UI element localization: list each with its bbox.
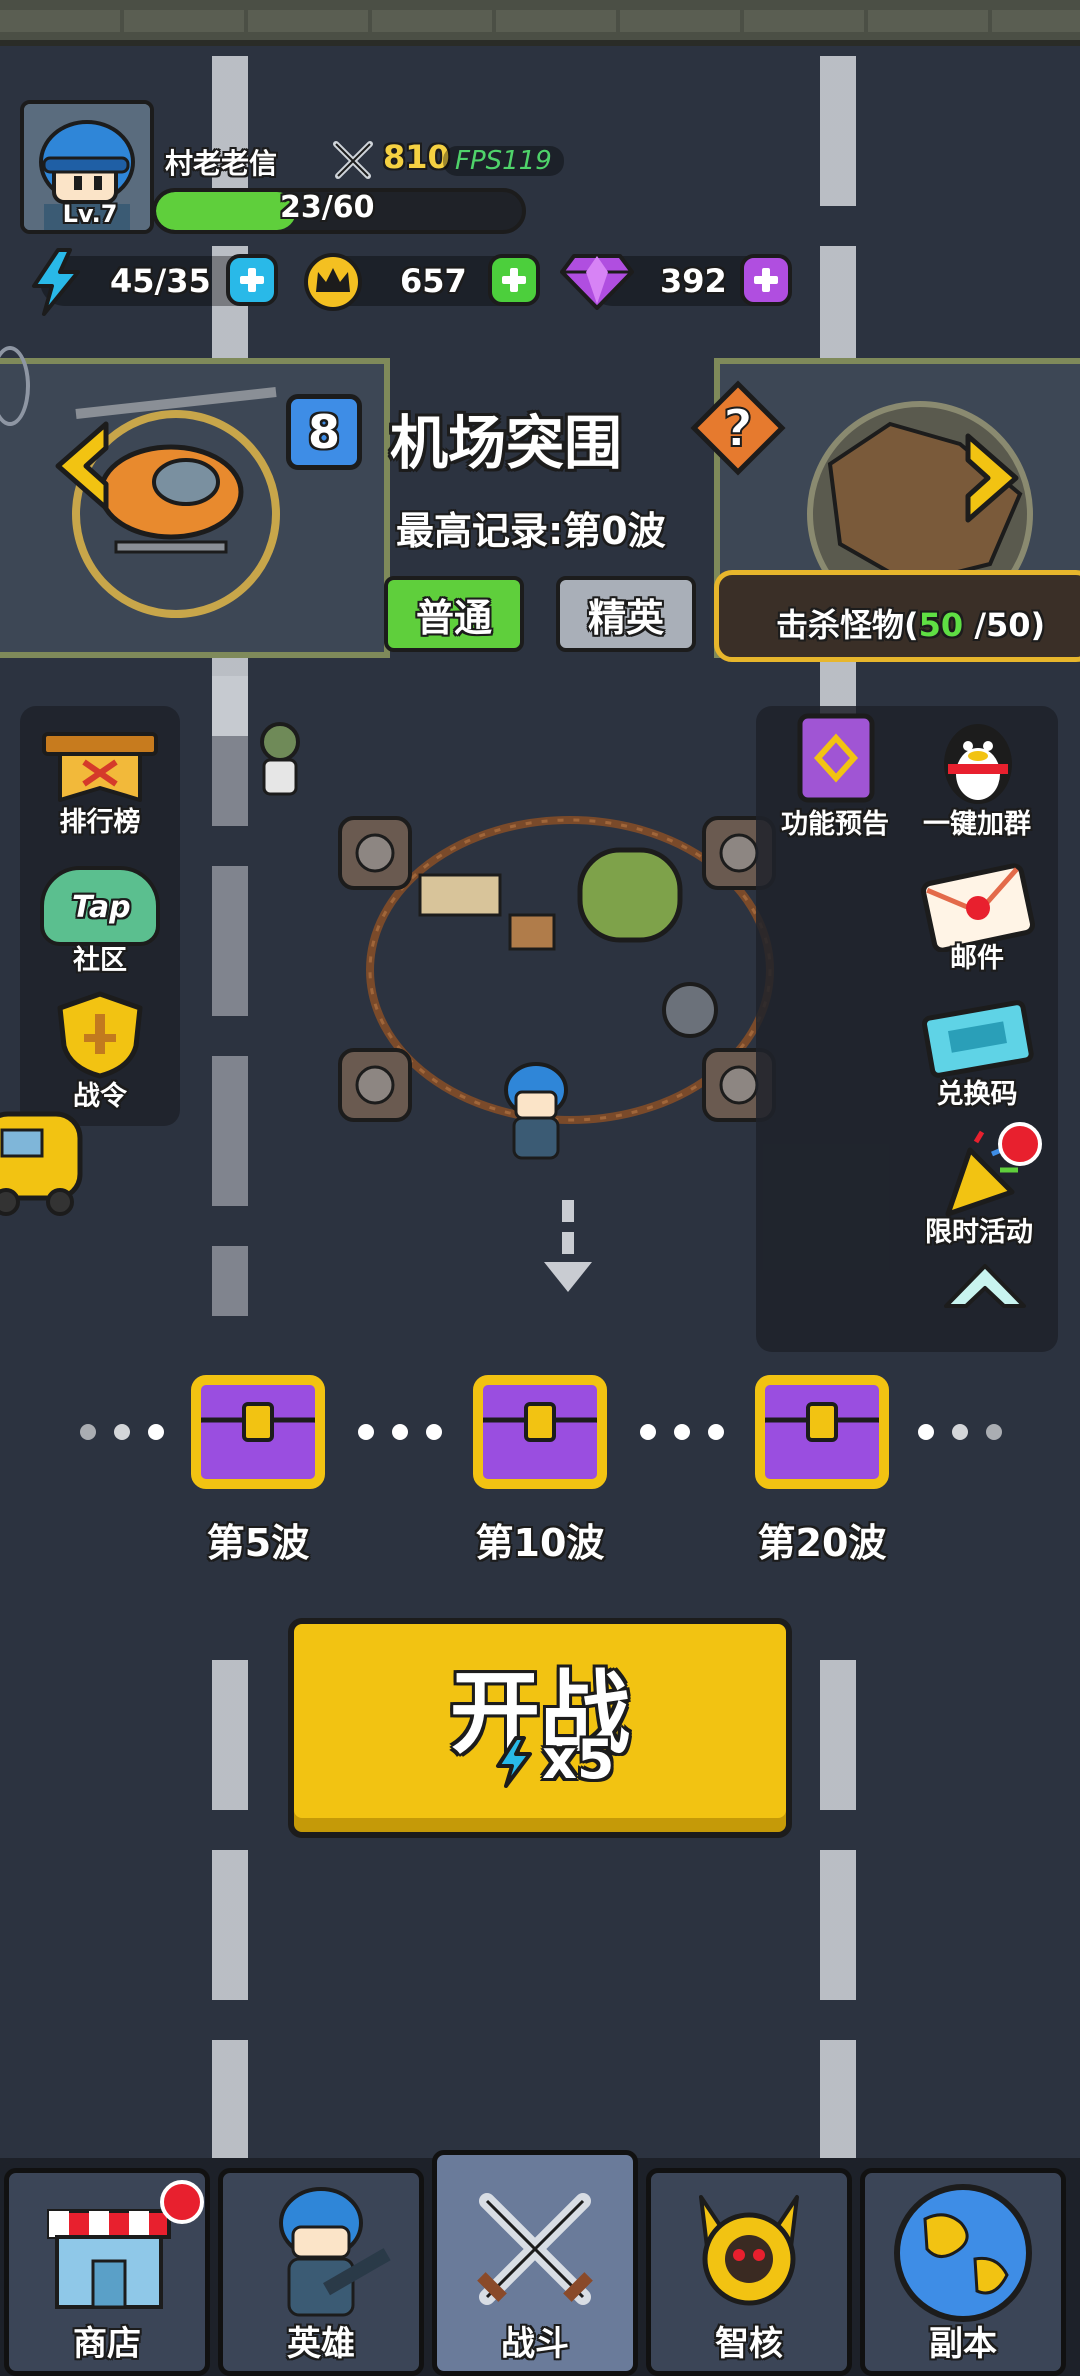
best-record: 最高记录:第0波 xyxy=(396,509,666,553)
gem-value: 392 xyxy=(660,262,727,300)
menu-ranking[interactable]: 排行榜 xyxy=(25,800,175,839)
globe-icon xyxy=(894,2184,1032,2322)
wave-chest-icon[interactable] xyxy=(190,1374,326,1490)
menu-redeem-code[interactable]: 兑换码 xyxy=(902,1072,1052,1111)
progress-dot xyxy=(986,1424,1002,1440)
menu-community[interactable]: 社区 xyxy=(25,938,175,977)
feature-preview-book-icon[interactable] xyxy=(794,712,878,808)
battle-pass-shield-icon[interactable] xyxy=(52,990,148,1084)
next-map-arrow-icon[interactable] xyxy=(958,430,1028,526)
add-energy-button[interactable] xyxy=(226,254,278,306)
wave-label-10: 第10波 xyxy=(475,1521,605,1565)
stage-title: 机场突围 xyxy=(390,409,623,477)
progress-dot xyxy=(358,1424,374,1440)
progress-dot xyxy=(640,1424,656,1440)
nav-hero-label: 英雄 xyxy=(287,2324,355,2364)
swords-power-icon xyxy=(330,140,376,184)
energy-cost-value: x5 xyxy=(542,1728,615,1791)
road-lane xyxy=(212,1660,248,2160)
start-battle-label: 开战 xyxy=(450,1661,630,1766)
nav-core-label: 智核 xyxy=(715,2324,783,2364)
nav-core[interactable]: 智核 xyxy=(646,2168,852,2376)
prev-map-arrow-icon[interactable] xyxy=(46,418,116,514)
wave-chest-icon[interactable] xyxy=(754,1374,890,1490)
menu-feature-preview[interactable]: 功能预告 xyxy=(760,802,910,841)
player-power: 810 xyxy=(383,138,450,176)
crown-icon xyxy=(302,252,364,316)
turret-icon xyxy=(330,808,420,902)
energy-value: 45/35 xyxy=(110,262,211,300)
nav-dungeon[interactable]: 副本 xyxy=(860,2168,1066,2376)
robot-core-icon xyxy=(699,2195,799,2306)
progress-dot xyxy=(148,1424,164,1440)
tab-normal[interactable]: 普通 xyxy=(384,576,524,652)
nav-shop-label: 商店 xyxy=(73,2324,141,2364)
wave-label-20: 第20波 xyxy=(757,1521,887,1565)
qq-penguin-icon[interactable] xyxy=(930,712,1026,812)
shop-notification-dot xyxy=(160,2180,204,2224)
progress-dot xyxy=(114,1424,130,1440)
kill-monsters-text: 击杀怪物(50 /50) xyxy=(776,606,1046,644)
stage-number-badge: 8 xyxy=(286,394,362,470)
xp-text: 23/60 xyxy=(280,190,375,225)
progress-dot xyxy=(80,1424,96,1440)
lightning-icon xyxy=(28,248,84,320)
bus-prop xyxy=(0,1100,100,1224)
tap-logo-text: Tap xyxy=(72,890,131,925)
hero-icon xyxy=(279,2187,391,2317)
menu-limited-events[interactable]: 限时活动 xyxy=(904,1210,1054,1249)
wave-chest-icon[interactable] xyxy=(472,1374,608,1490)
top-wall xyxy=(0,0,1080,46)
wave-label-5: 第5波 xyxy=(206,1521,310,1565)
road-lane xyxy=(820,1660,856,2160)
menu-join-group[interactable]: 一键加群 xyxy=(902,802,1052,841)
resource-bar: 45/35 657 392 xyxy=(20,248,800,316)
nav-hero[interactable]: 英雄 xyxy=(218,2168,424,2376)
add-crown-button[interactable] xyxy=(488,254,540,306)
nav-dungeon-label: 副本 xyxy=(929,2324,997,2364)
progress-dot xyxy=(952,1424,968,1440)
progress-dot xyxy=(918,1424,934,1440)
collapse-chevron-up-icon[interactable] xyxy=(940,1260,1030,1324)
nav-battle[interactable]: 战斗 xyxy=(432,2150,638,2376)
soldier-hero xyxy=(496,1056,576,1180)
progress-dot xyxy=(674,1424,690,1440)
svg-text:?: ? xyxy=(723,399,753,459)
gem-icon xyxy=(560,252,634,314)
energy-cost-icon xyxy=(494,1736,534,1792)
mystery-question-icon: ? xyxy=(690,380,786,480)
road-lane xyxy=(212,676,248,1316)
nav-battle-label: 战斗 xyxy=(501,2324,569,2364)
crossed-swords-icon xyxy=(477,2193,593,2305)
fps-counter: FPS119 xyxy=(443,146,564,176)
zombie-enemy xyxy=(250,720,310,804)
progress-dot xyxy=(708,1424,724,1440)
tab-elite[interactable]: 精英 xyxy=(556,576,696,652)
progress-dot xyxy=(426,1424,442,1440)
player-level: Lv.7 xyxy=(62,200,118,228)
turret-icon xyxy=(330,1040,420,1134)
down-arrow-icon xyxy=(540,1200,596,1314)
player-name: 村老老信 xyxy=(165,147,278,180)
xp-bar-fill xyxy=(156,192,297,230)
menu-mail[interactable]: 邮件 xyxy=(902,936,1052,975)
events-notification-dot xyxy=(998,1122,1042,1166)
progress-dot xyxy=(392,1424,408,1440)
add-gem-button[interactable] xyxy=(740,254,792,306)
crown-value: 657 xyxy=(400,262,467,300)
